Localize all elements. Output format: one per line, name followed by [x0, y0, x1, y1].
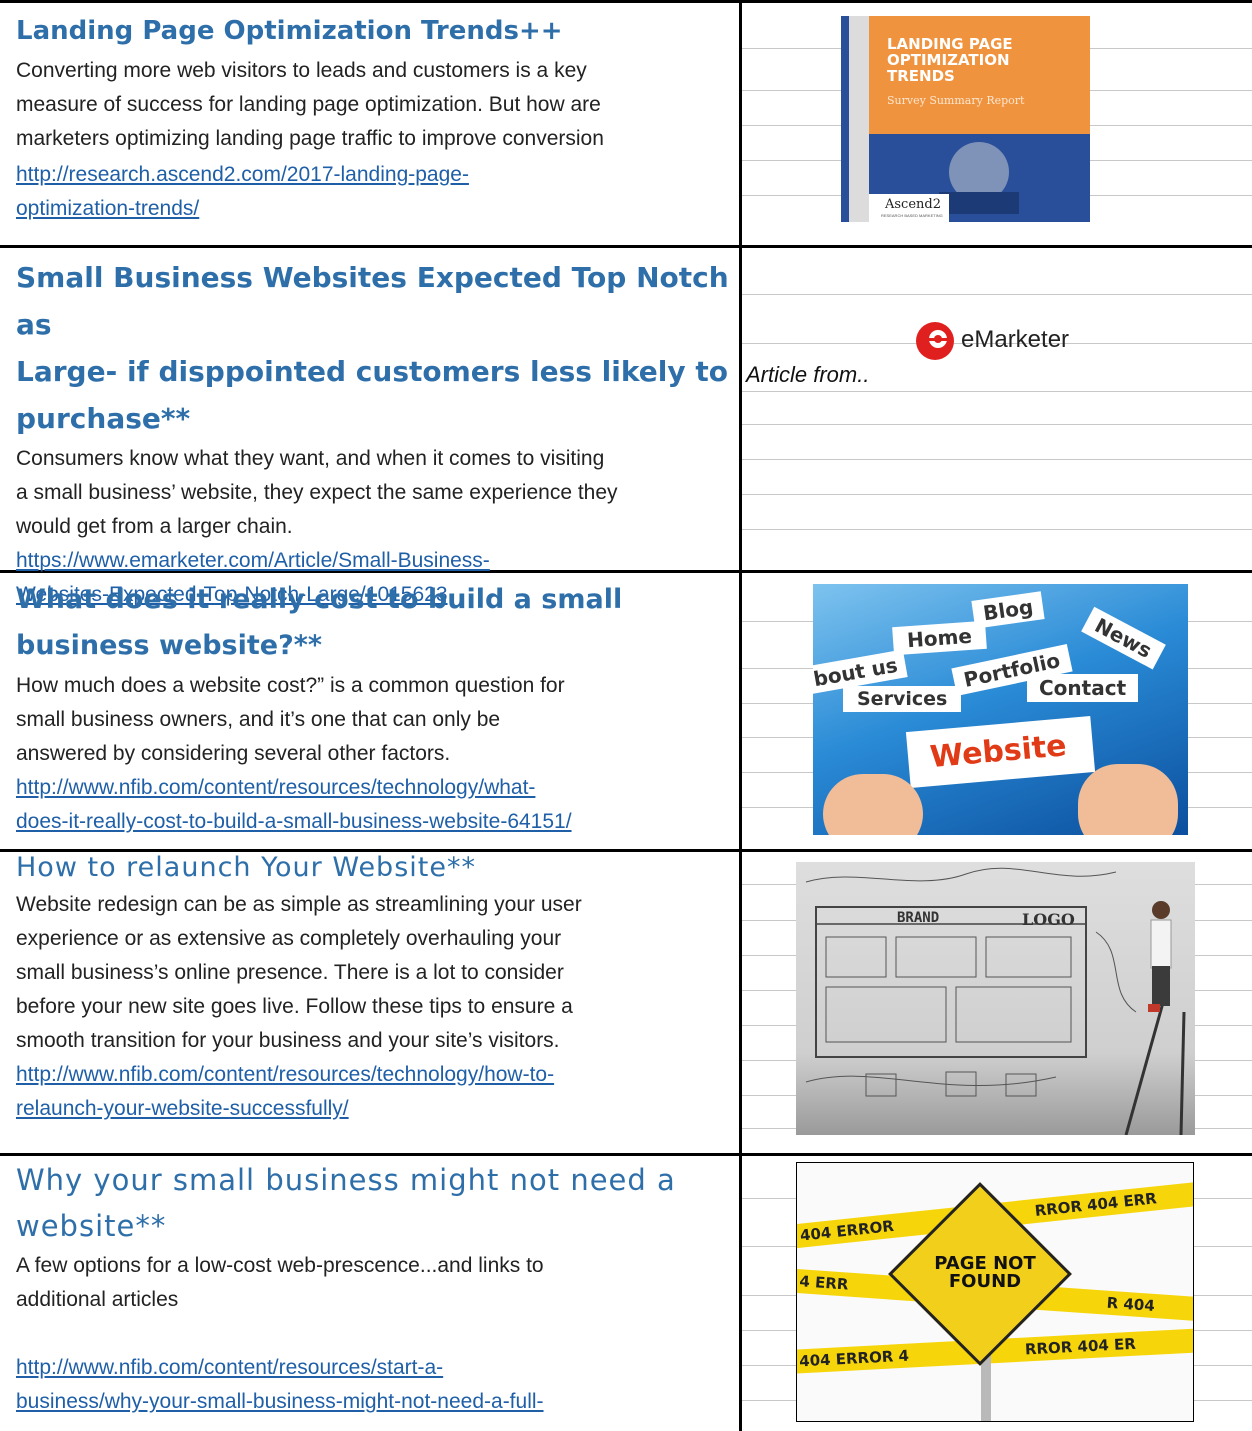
cover-photo-desk [939, 192, 1019, 214]
article-body-line: additional articles [16, 1288, 179, 1311]
cover-brand-sub: RESEARCH BASED MARKETING [881, 213, 943, 218]
article-body-line: experience or as extensive as completely… [16, 927, 562, 950]
row-border [0, 0, 1252, 3]
image-word: Contact [1027, 674, 1139, 702]
cover-spine [841, 16, 849, 222]
article-1: Landing Page Optimization Trends++ Conve… [16, 12, 738, 226]
cover-brand: Ascend2 [885, 197, 941, 212]
article-link[interactable]: does-it-really-cost-to-build-a-small-bus… [16, 805, 738, 839]
emarketer-logo: eMarketer [914, 320, 1114, 362]
emarketer-icon [916, 322, 954, 360]
article-title: How to relaunch Your Website** [16, 852, 476, 883]
column-border [739, 0, 742, 1431]
sketch-label: LOGO [1022, 910, 1075, 929]
tape-text: RROR 404 ERR [1033, 1189, 1158, 1220]
article-body-line: Consumers know what they want, and when … [16, 447, 605, 470]
row-border [0, 1153, 1252, 1156]
article-body-line: before your new site goes live. Follow t… [16, 995, 573, 1018]
article-link[interactable]: http://www.nfib.com/content/resources/te… [16, 771, 738, 805]
cover-heading-line: TRENDS [887, 67, 955, 85]
article-body-line: A few options for a low-cost web-prescen… [16, 1254, 544, 1277]
tape-text: RROR 404 ER [1024, 1334, 1137, 1359]
image-word: Home [892, 620, 987, 656]
row-border [0, 245, 1252, 248]
article-link[interactable]: optimization-trends/ [16, 192, 738, 226]
article-2: Small Business Websites Expected Top Not… [16, 254, 738, 612]
image-word: Services [843, 686, 962, 712]
article-4: How to relaunch Your Website** Website r… [16, 852, 738, 1126]
article-link[interactable]: http://www.nfib.com/content/resources/te… [16, 1058, 738, 1092]
gridline [742, 391, 1252, 392]
article-3: What does it really cost to build a smal… [16, 577, 738, 839]
tape-text: 404 ERROR 4 [798, 1346, 910, 1371]
article-link[interactable]: business/why-your-small-business-might-n… [16, 1385, 738, 1419]
website-words-image: Blog Home News bout us Portfolio Contact… [813, 584, 1188, 835]
article-title-line: Why your small business might not need a [16, 1163, 676, 1197]
article-body-line: Converting more web visitors to leads an… [16, 59, 587, 82]
empty-row [16, 1317, 738, 1351]
article-body-line: measure of success for landing page opti… [16, 93, 601, 116]
article-link[interactable]: http://research.ascend2.com/2017-landing… [16, 158, 738, 192]
left-hand [823, 774, 923, 835]
article-link[interactable]: https://www.emarketer.com/Article/Small-… [16, 544, 738, 578]
sketch-drawing [805, 867, 1186, 1135]
article-body-line: small business’s online presence. There … [16, 961, 564, 984]
page-not-found-image: 404 ERROR RROR 404 ERR 4 ERR R 404 404 E… [796, 1162, 1194, 1422]
sketch-label: BRAND [897, 910, 940, 926]
cover-subtitle: Survey Summary Report [887, 94, 1025, 107]
website-card: Website [905, 716, 1096, 788]
tape-text: R 404 [1106, 1293, 1156, 1316]
right-hand [1078, 764, 1178, 835]
gridline [742, 294, 1252, 295]
article-title-line: Small Business Websites Expected Top Not… [16, 261, 729, 341]
spreadsheet: Landing Page Optimization Trends++ Conve… [0, 0, 1252, 1431]
article-title-line: What does it really cost to build a smal… [16, 584, 623, 615]
sign-text-line: FOUND [948, 1271, 1022, 1292]
article-body-line: How much does a website cost?” is a comm… [16, 674, 565, 697]
emarketer-wordmark: eMarketer [961, 326, 1070, 353]
article-title-line: business website?** [16, 630, 322, 661]
cover-brand-box: Ascend2 RESEARCH BASED MARKETING [869, 194, 949, 222]
article-title-line: purchase** [16, 402, 191, 435]
article-body-line: small business owners, and it’s one that… [16, 708, 501, 731]
article-body-line: smooth transition for your business and … [16, 1029, 560, 1052]
article-title-line: website** [16, 1209, 167, 1243]
image-word: News [1081, 606, 1166, 670]
gridline [742, 529, 1252, 530]
article-body-line: Website redesign can be as simple as str… [16, 893, 582, 916]
article-body-line: a small business’ website, they expect t… [16, 481, 618, 504]
report-cover-image: LANDING PAGE OPTIMIZATION TRENDS Survey … [841, 16, 1090, 222]
article-link[interactable]: http://www.nfib.com/content/resources/st… [16, 1351, 738, 1385]
image-word: Website [928, 728, 1068, 776]
sign-text: PAGE NOT FOUND [905, 1255, 1065, 1291]
cover-orange-panel: LANDING PAGE OPTIMIZATION TRENDS Survey … [869, 16, 1090, 134]
article-caption: Article from.. [746, 362, 870, 387]
gridline [742, 459, 1252, 460]
cover-heading-line: LANDING PAGE [887, 35, 1013, 53]
article-link[interactable]: relaunch-your-website-successfully/ [16, 1092, 738, 1126]
gridline [742, 494, 1252, 495]
article-body-line: marketers optimizing landing page traffi… [16, 127, 604, 150]
article-body-line: would get from a larger chain. [16, 515, 293, 538]
cover-heading: LANDING PAGE OPTIMIZATION TRENDS [887, 36, 1013, 84]
gridline [742, 424, 1252, 425]
article-5: Why your small business might not need a… [16, 1157, 738, 1419]
tape-text: 4 ERR [798, 1272, 850, 1294]
cover-heading-line: OPTIMIZATION [887, 51, 1010, 69]
website-sketch-image: BRAND LOGO [796, 862, 1195, 1135]
article-title: Landing Page Optimization Trends++ [16, 16, 563, 46]
article-body-line: answered by considering several other fa… [16, 742, 451, 765]
article-title-line: Large- if disppointed customers less lik… [16, 355, 728, 388]
tape-text: 404 ERROR [799, 1216, 895, 1245]
